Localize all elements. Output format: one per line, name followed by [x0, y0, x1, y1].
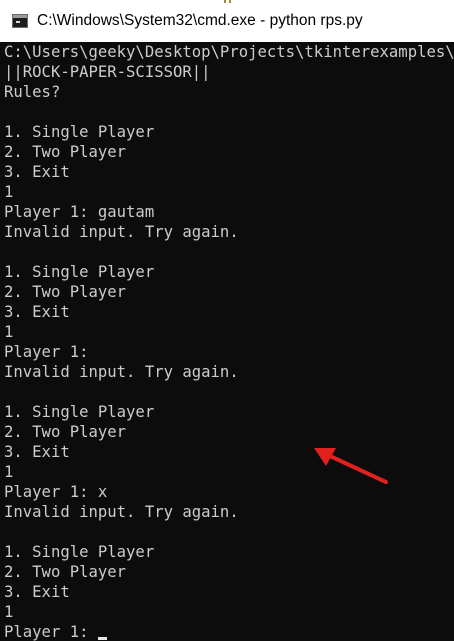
console-prompt: Player 1: [4, 623, 98, 641]
console-line: 3. Exit [4, 303, 70, 321]
console-line: 3. Exit [4, 443, 70, 461]
console-line: C:\Users\geeky\Desktop\Projects\tkintere… [4, 43, 454, 61]
text-cursor-mark [229, 0, 231, 3]
console-line: 1 [4, 323, 14, 341]
console-line: 1 [4, 463, 14, 481]
console-line: Invalid input. Try again. [4, 503, 239, 521]
console-line: 2. Two Player [4, 423, 127, 441]
console-line: Player 1: gautam [4, 203, 155, 221]
console-line: Invalid input. Try again. [4, 223, 239, 241]
console-prompt-line[interactable]: Player 1: [4, 622, 454, 641]
console-line: 2. Two Player [4, 563, 127, 581]
text-caret [97, 637, 107, 640]
console-line: 1 [4, 603, 14, 621]
console-line: Invalid input. Try again. [4, 363, 239, 381]
console-line: 1. Single Player [4, 263, 155, 281]
console-line: 3. Exit [4, 583, 70, 601]
cmd-icon [12, 14, 28, 28]
console-line: Player 1: [4, 343, 89, 361]
console-line: 2. Two Player [4, 143, 127, 161]
title-bar[interactable]: C:\Windows\System32\cmd.exe - python rps… [0, 0, 454, 42]
console-line: Player 1: x [4, 483, 108, 501]
console-line: 1. Single Player [4, 403, 155, 421]
console-line: 2. Two Player [4, 283, 127, 301]
text-cursor-mark [224, 0, 226, 3]
console-line: Rules? [4, 83, 61, 101]
window-title: C:\Windows\System32\cmd.exe - python rps… [37, 12, 363, 29]
console-line: 1. Single Player [4, 543, 155, 561]
console-line: 3. Exit [4, 163, 70, 181]
console-window: C:\Windows\System32\cmd.exe - python rps… [0, 0, 454, 641]
console-line: 1. Single Player [4, 123, 155, 141]
console-output[interactable]: C:\Users\geeky\Desktop\Projects\tkintere… [4, 42, 454, 641]
console-line: 1 [4, 183, 14, 201]
console-line: ||ROCK-PAPER-SCISSOR|| [4, 63, 211, 81]
